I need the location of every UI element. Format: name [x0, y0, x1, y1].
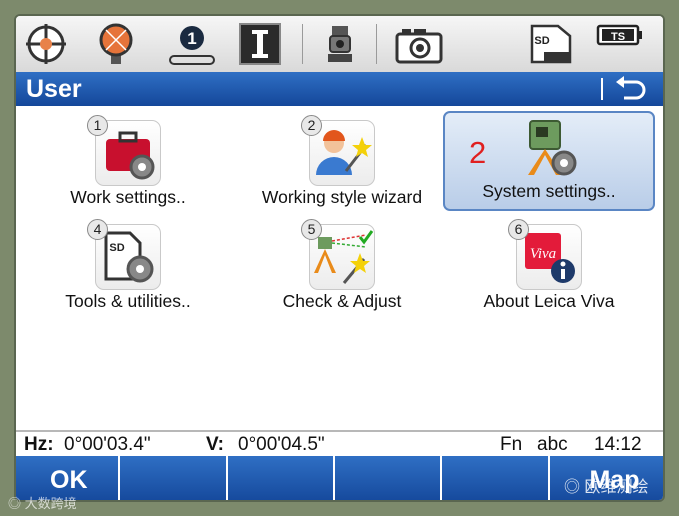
ts-badge: TS: [611, 31, 625, 43]
item-number: 2: [301, 115, 322, 136]
softkey-bar: OK Map ◎ 欧维测绘: [16, 456, 663, 500]
menu-item-label: Work settings..: [70, 187, 186, 207]
item-number: 4: [87, 219, 108, 240]
menu-item-label: Tools & utilities..: [65, 291, 191, 311]
title-bar: User: [16, 72, 663, 106]
device-screen: 1 SD TS User 1 Work settings.. 2 Working…: [14, 14, 665, 502]
work-settings-icon: 1: [87, 115, 161, 186]
battery-icon[interactable]: TS: [596, 22, 646, 66]
watermark-right-text: 欧维测绘: [584, 479, 649, 496]
wechat-icon: ◎: [8, 496, 22, 511]
menu-item-work-settings[interactable]: 1 Work settings..: [22, 115, 234, 215]
selection-marker: 2: [469, 135, 487, 170]
menu-grid: 1 Work settings.. 2 Working style wizard…: [16, 106, 663, 430]
menu-item-label: Working style wizard: [261, 187, 423, 207]
hz-value: 0°00'03.4": [64, 434, 151, 455]
tools-utilities-icon: 4 SD: [87, 219, 161, 290]
sd-card-label: SD: [109, 242, 124, 254]
clock: 14:12: [594, 434, 642, 455]
watermark-right: ◎ 欧维测绘: [564, 473, 648, 497]
check-adjust-icon: 5: [301, 219, 375, 290]
status-toolbar: 1 SD TS: [16, 16, 663, 73]
menu-item-label: System settings..: [482, 181, 616, 201]
menu-item-label: About Leica Viva: [483, 291, 615, 311]
input-mode-indicator: abc: [537, 434, 568, 455]
fn-indicator: Fn: [500, 434, 523, 455]
wizard-icon: 2: [301, 115, 375, 186]
back-arrow-icon: [616, 76, 646, 100]
about-viva-icon: 6 Viva: [508, 219, 582, 290]
item-number: 6: [508, 219, 529, 240]
measure-mode-icon[interactable]: [238, 22, 282, 66]
softkey-f3[interactable]: [231, 456, 335, 500]
measurement-line: Hz: 0°00'03.4" V: 0°00'04.5" Fn abc 14:1…: [16, 430, 663, 458]
watermark-left-text: 大数跨境: [24, 496, 77, 511]
total-station-icon[interactable]: [318, 22, 362, 66]
viva-logo-text: Viva: [530, 246, 556, 262]
softkey-f2[interactable]: [124, 456, 228, 500]
sd-card-icon[interactable]: SD: [528, 22, 574, 66]
menu-item-working-style-wizard[interactable]: 2 Working style wizard: [236, 115, 448, 215]
back-button[interactable]: [612, 76, 648, 102]
job-icon[interactable]: 1: [166, 22, 218, 66]
softkey-f4[interactable]: [338, 456, 442, 500]
toolbar-divider: [302, 24, 303, 64]
wechat-icon: ◎: [564, 479, 581, 496]
sd-label: SD: [534, 35, 549, 47]
target-icon[interactable]: [24, 22, 68, 66]
camera-icon[interactable]: [394, 22, 444, 66]
item-number: 5: [301, 219, 322, 240]
hz-label: Hz:: [24, 434, 54, 455]
menu-item-check-adjust[interactable]: 5 Check & Adjust: [236, 219, 448, 319]
menu-item-tools-utilities[interactable]: 4 SD Tools & utilities..: [22, 219, 234, 319]
page-title: User: [26, 75, 82, 103]
prism-icon[interactable]: [94, 22, 138, 66]
v-label: V:: [206, 434, 224, 455]
title-divider: [601, 78, 603, 100]
watermark-left: ◎ 大数跨境: [8, 493, 77, 512]
menu-item-label: Check & Adjust: [282, 291, 402, 311]
softkey-f5[interactable]: [446, 456, 550, 500]
item-number: 1: [87, 115, 108, 136]
v-value: 0°00'04.5": [238, 434, 325, 455]
menu-item-system-settings[interactable]: 2 System settings..: [443, 111, 655, 211]
job-number: 1: [187, 29, 196, 48]
menu-item-about-leica-viva[interactable]: 6 Viva About Leica Viva: [443, 219, 655, 319]
toolbar-divider: [376, 24, 377, 64]
system-settings-icon: [518, 115, 584, 181]
